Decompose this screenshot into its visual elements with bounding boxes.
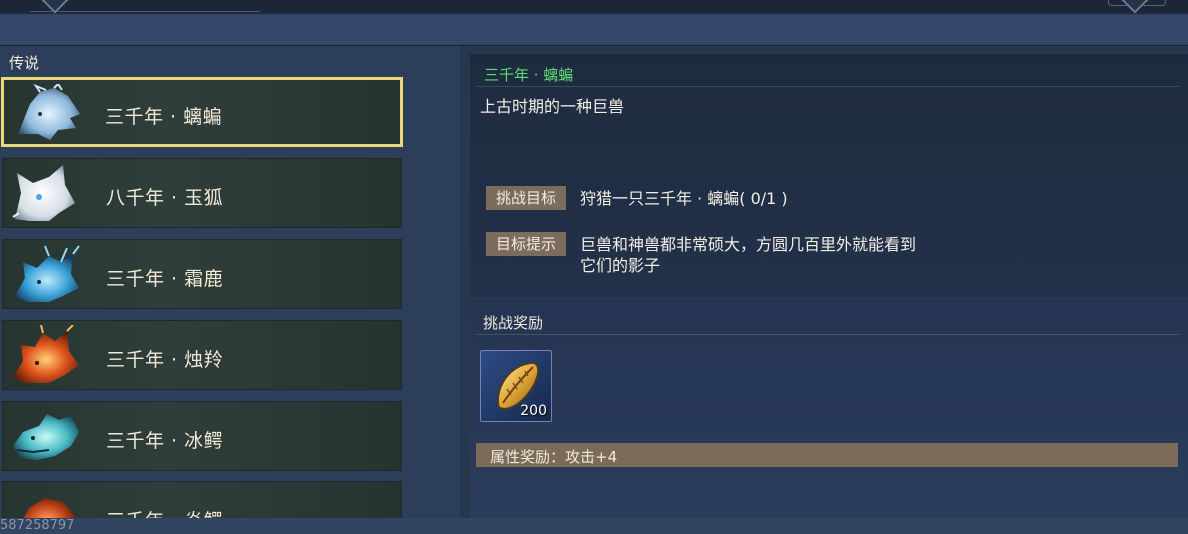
challenge-target-text: 狩猎一只三千年 · 螭蝙( 0/1 ) [580, 189, 788, 208]
reward-title: 挑战奖励 [483, 314, 544, 332]
creature-label: 三千年 · 冰鳄 [106, 430, 224, 452]
watermark-id: 587258797 [0, 518, 75, 533]
reward-panel: 挑战奖励 200 属性奖励：攻击+4 [470, 300, 1188, 518]
bottom-strip [0, 518, 1188, 534]
reward-item-slot[interactable]: 200 [480, 350, 552, 422]
ice-deer-portrait-icon [15, 245, 80, 302]
creature-item[interactable]: 三千年 · 烛羚 [2, 320, 402, 390]
divider [476, 86, 1180, 87]
detail-panel: 三千年 · 螭蝙 上古时期的一种巨兽 挑战目标 狩猎一只三千年 · 螭蝙( 0/… [470, 54, 1188, 297]
attribute-reward-bar: 属性奖励：攻击+4 [476, 443, 1178, 467]
section-title: 传说 [9, 54, 40, 72]
detail-title: 三千年 · 螭蝙 [484, 66, 574, 84]
creature-item[interactable]: 三千年 · 冰鳄 [2, 401, 402, 471]
ice-crocodile-portrait-icon [13, 414, 79, 460]
creature-label: 八千年 · 玉狐 [106, 187, 224, 209]
target-hint-tag: 目标提示 [486, 232, 566, 256]
challenge-target-tag: 挑战目标 [486, 186, 566, 210]
creature-label: 三千年 · 螭蝙 [105, 106, 223, 128]
frost-dragon-portrait-icon [18, 84, 80, 140]
creature-item[interactable]: 三千年 · 螭蝙 [1, 77, 403, 147]
creature-item[interactable]: 三千年 · 炎鳄 [2, 481, 402, 518]
creature-label: 三千年 · 炎鳄 [106, 506, 223, 518]
creature-label: 三千年 · 烛羚 [106, 349, 224, 371]
white-fox-portrait-icon [12, 165, 75, 221]
creature-label: 三千年 · 霜鹿 [106, 268, 224, 290]
creature-item[interactable]: 三千年 · 霜鹿 [2, 239, 402, 309]
diamond-ornament-icon [1119, 0, 1151, 14]
reward-item-count: 200 [520, 403, 547, 419]
top-bar [0, 0, 1188, 46]
fire-antelope-portrait-icon [13, 325, 79, 383]
divider [476, 334, 1180, 335]
fire-crocodile-portrait-icon [23, 498, 75, 518]
detail-description: 上古时期的一种巨兽 [480, 97, 625, 116]
target-hint-text: 巨兽和神兽都非常硕大，方圆几百里外就能看到它们的影子 [580, 235, 917, 275]
attribute-reward-text: 属性奖励：攻击+4 [490, 448, 618, 466]
creature-list-panel: 传说 三千年 · 螭蝙 八千年 · 玉狐 三千年 · 霜鹿 三千年 · 烛羚 三… [0, 46, 460, 518]
creature-item[interactable]: 八千年 · 玉狐 [2, 158, 402, 228]
